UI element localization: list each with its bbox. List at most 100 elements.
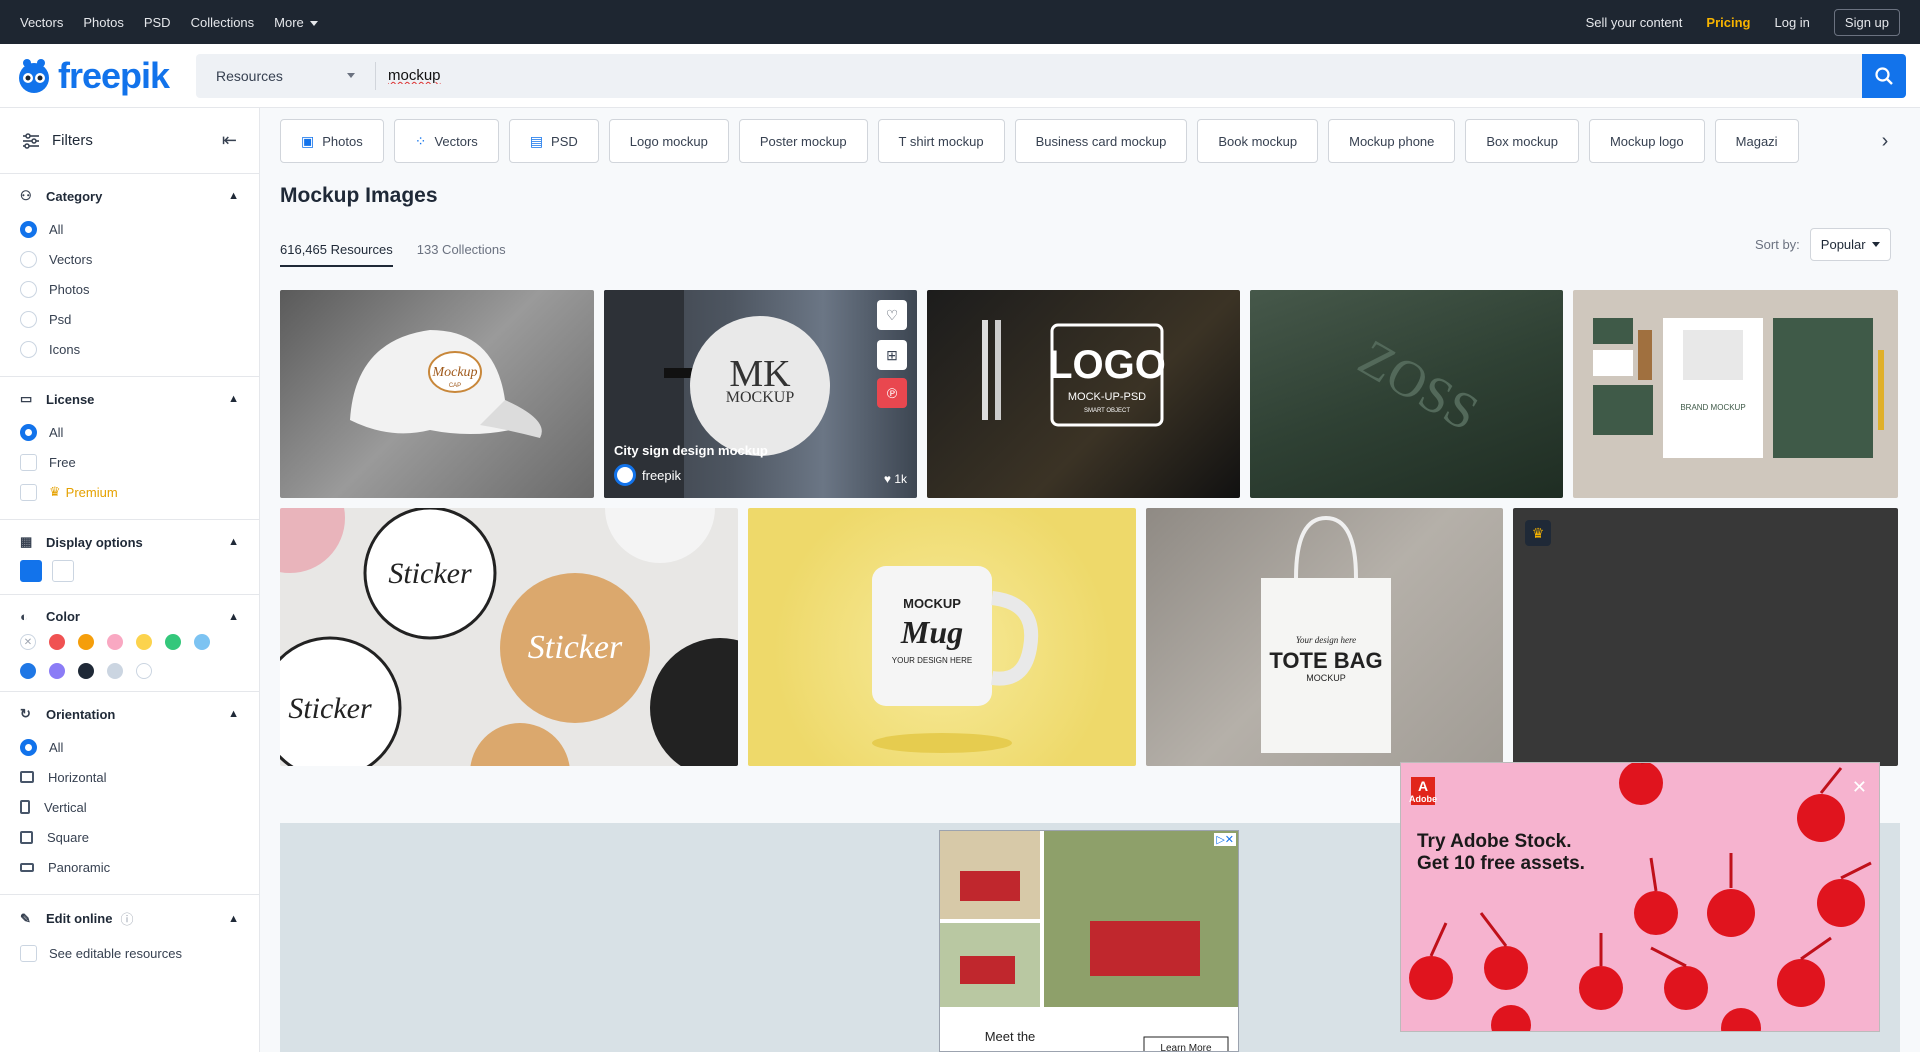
tag-chip-label: Box mockup bbox=[1486, 133, 1558, 149]
like-button[interactable]: ♡ bbox=[877, 300, 907, 330]
tag-chip[interactable]: Box mockup bbox=[1465, 119, 1579, 163]
tag-chip-label: Vectors bbox=[434, 133, 478, 149]
honda-ad[interactable]: Meet the Learn More ▷✕ bbox=[939, 830, 1239, 1052]
category-option-all[interactable]: All bbox=[20, 214, 239, 244]
orientation-option-vertical[interactable]: Vertical bbox=[20, 792, 239, 822]
tag-chip[interactable]: Book mockup bbox=[1197, 119, 1319, 163]
panoramic-icon bbox=[20, 862, 34, 872]
related-tags-bar: ▣ Photos ⁘ Vectors ▤ PSD Logo mockup Poster moc… bbox=[280, 119, 1900, 163]
tab-collections[interactable]: 133 Collections bbox=[417, 242, 506, 267]
nav-photos[interactable]: Photos bbox=[83, 15, 123, 30]
collapse-sidebar-icon[interactable]: ⇤ bbox=[222, 130, 237, 151]
category-option-icons[interactable]: Icons bbox=[20, 334, 239, 364]
color-swatch[interactable] bbox=[78, 663, 94, 679]
category-option-photos[interactable]: Photos bbox=[20, 274, 239, 304]
color-swatch[interactable] bbox=[107, 663, 123, 679]
color-swatch[interactable] bbox=[136, 634, 152, 650]
color-swatch[interactable] bbox=[49, 634, 65, 650]
resource-type-select[interactable]: Resources bbox=[196, 61, 376, 90]
tag-chip[interactable]: Mockup logo bbox=[1588, 119, 1705, 163]
folder-icon: ⊞ bbox=[886, 346, 898, 363]
image-tile-logo-window[interactable]: LOGO MOCK-UP-PSD SMART OBJECT bbox=[927, 290, 1240, 498]
tag-chip[interactable]: Magazi bbox=[1714, 119, 1799, 163]
tag-chip-label: Mockup phone bbox=[1349, 133, 1435, 149]
edit-online-header[interactable]: ✎ Edit online ⓘ ▲ bbox=[20, 909, 239, 928]
sort-dropdown[interactable]: Popular bbox=[1809, 228, 1891, 261]
chevron-down-icon bbox=[309, 20, 318, 26]
orientation-header[interactable]: ↻ Orientation ▲ bbox=[20, 706, 239, 722]
search-button[interactable] bbox=[1862, 53, 1906, 98]
color-swatch[interactable] bbox=[136, 663, 152, 679]
ad-choices-icon[interactable]: ▷✕ bbox=[1214, 833, 1236, 846]
save-to-collection-button[interactable]: ⊞ bbox=[877, 340, 907, 370]
category-header[interactable]: ⚇ Category ▲ bbox=[20, 188, 239, 204]
tag-chip[interactable]: Logo mockup bbox=[608, 119, 729, 163]
color-swatch[interactable] bbox=[49, 663, 65, 679]
image-tile-brand-stationery[interactable]: BRAND MOCKUP bbox=[1573, 290, 1898, 498]
color-swatch-clear[interactable]: ✕ bbox=[20, 634, 36, 650]
info-icon[interactable]: ⓘ bbox=[120, 909, 133, 928]
pricing-link[interactable]: Pricing bbox=[1706, 15, 1750, 30]
sell-content-link[interactable]: Sell your content bbox=[1586, 15, 1683, 30]
tile-author[interactable]: freepik bbox=[614, 464, 681, 486]
tag-chip-label: Magazi bbox=[1735, 133, 1778, 149]
image-tile-mug[interactable]: MOCKUP Mug YOUR DESIGN HERE bbox=[748, 508, 1136, 766]
tag-chip[interactable]: ▤ PSD bbox=[508, 119, 599, 163]
category-option-vectors[interactable]: Vectors bbox=[20, 244, 239, 274]
license-option-free[interactable]: Free bbox=[20, 447, 239, 477]
color-swatch[interactable] bbox=[165, 634, 181, 650]
category-option-psd[interactable]: Psd bbox=[20, 304, 239, 334]
grid-layout-toggle[interactable] bbox=[52, 560, 74, 582]
editable-resources-option[interactable]: See editable resources bbox=[20, 938, 239, 968]
color-swatch[interactable] bbox=[194, 634, 210, 650]
nav-collections[interactable]: Collections bbox=[191, 15, 255, 30]
tag-chip[interactable]: ⁘ Vectors bbox=[393, 119, 499, 163]
orientation-option-panoramic[interactable]: Panoramic bbox=[20, 852, 239, 882]
option-label: Panoramic bbox=[48, 859, 111, 875]
masonry-layout-toggle[interactable] bbox=[20, 560, 42, 582]
image-tile-city-sign[interactable]: MK MOCKUP ♡ ⊞ ℗ City sign design mockup … bbox=[604, 290, 917, 498]
color-swatches: ✕ bbox=[20, 634, 239, 679]
nav-psd[interactable]: PSD bbox=[144, 15, 171, 30]
color-header[interactable]: ◐ Color ▲ bbox=[20, 609, 239, 624]
tab-resources[interactable]: 616,465 Resources bbox=[280, 242, 393, 267]
color-swatch[interactable] bbox=[78, 634, 94, 650]
display-header[interactable]: ▦ Display options ▲ bbox=[20, 534, 239, 550]
tag-chip[interactable]: Poster mockup bbox=[738, 119, 868, 163]
top-nav: Vectors Photos PSD Collections More bbox=[20, 15, 338, 30]
login-link[interactable]: Log in bbox=[1774, 15, 1809, 30]
honda-ad-image: Meet the Learn More bbox=[940, 831, 1238, 1051]
image-tile-tote-bag[interactable]: Your design here TOTE BAG MOCKUP bbox=[1146, 508, 1503, 766]
orientation-option-all[interactable]: All bbox=[20, 732, 239, 762]
license-option-premium[interactable]: ♛ Premium bbox=[20, 477, 239, 507]
tag-chip[interactable]: T shirt mockup bbox=[877, 119, 1005, 163]
pinterest-button[interactable]: ℗ bbox=[877, 378, 907, 408]
nav-more[interactable]: More bbox=[274, 15, 318, 30]
close-icon[interactable]: ✕ bbox=[1852, 777, 1867, 798]
heart-icon: ♥ bbox=[883, 472, 895, 486]
image-tile-zoss[interactable]: ZOSS bbox=[1250, 290, 1563, 498]
image-tile-premium-dark[interactable]: ♛ bbox=[1513, 508, 1898, 766]
tag-chip[interactable]: ▣ Photos bbox=[280, 119, 384, 163]
tag-chip[interactable]: Business card mockup bbox=[1014, 119, 1188, 163]
tag-chip[interactable]: Mockup phone bbox=[1328, 119, 1456, 163]
checkbox-icon bbox=[20, 944, 37, 962]
image-tile-cap[interactable]: Mockup CAP bbox=[280, 290, 594, 498]
signup-button[interactable]: Sign up bbox=[1833, 8, 1900, 36]
nav-vectors[interactable]: Vectors bbox=[20, 15, 63, 30]
color-swatch[interactable] bbox=[107, 634, 123, 650]
image-tile-stickers[interactable]: Sticker Sticker Sticker bbox=[280, 508, 738, 766]
mug-bottom-text: YOUR DESIGN HERE bbox=[892, 656, 972, 665]
search-input[interactable] bbox=[376, 53, 1862, 98]
license-option-all[interactable]: All bbox=[20, 417, 239, 447]
chevron-right-icon[interactable]: › bbox=[1870, 119, 1900, 163]
freepik-logo[interactable]: freepik bbox=[14, 55, 184, 97]
nav-more-label: More bbox=[274, 14, 304, 30]
adobe-logo: A Adobe bbox=[1409, 777, 1437, 805]
license-header[interactable]: ▭ License ▲ bbox=[20, 391, 239, 407]
orientation-option-square[interactable]: Square bbox=[20, 822, 239, 852]
adobe-stock-ad[interactable]: A Adobe Try Adobe Stock. Get 10 free asse… bbox=[1400, 762, 1880, 1032]
orientation-option-horizontal[interactable]: Horizontal bbox=[20, 762, 239, 792]
option-label: Psd bbox=[49, 311, 72, 327]
color-swatch[interactable] bbox=[20, 663, 36, 679]
